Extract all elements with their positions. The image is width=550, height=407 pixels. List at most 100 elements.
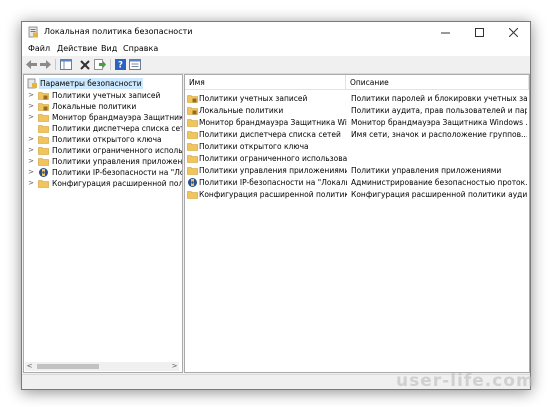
list-row[interactable]: Политики открытого ключа [185, 141, 529, 152]
tree-root-label: Параметры безопасности [39, 78, 143, 89]
folder-icon [38, 136, 49, 144]
row-description: Политики аудита, прав пользователей и па… [351, 106, 527, 115]
list-row[interactable]: Конфигурация расширенной политик... Конф… [185, 189, 529, 200]
policy-folder-icon [38, 92, 49, 100]
console-tree: Параметры безопасности > Политики учетны… [23, 74, 183, 373]
tree-item-app-control[interactable]: > Политики управления приложениями [24, 156, 182, 167]
close-button[interactable] [496, 22, 530, 42]
row-description: Политики управления приложениями [351, 166, 502, 175]
policy-folder-icon [38, 103, 49, 111]
tree-item-label: Политики IP-безопасности на "Локальный к… [52, 168, 182, 177]
minimize-button[interactable] [428, 22, 462, 42]
column-header-description[interactable]: Описание [346, 75, 529, 90]
properties-icon [128, 59, 141, 70]
forward-button[interactable] [39, 58, 52, 71]
help-icon: ? [115, 59, 126, 70]
app-window: Локальная политика безопасности Файл Дей… [21, 21, 531, 390]
list-row[interactable]: Локальные политики Политики аудита, прав… [185, 105, 529, 116]
toolbar-separator [55, 59, 56, 70]
folder-icon [187, 191, 198, 199]
row-name: Политики открытого ключа [199, 142, 309, 151]
tree-item-network-list[interactable]: Политики диспетчера списка сетей [24, 123, 182, 134]
column-header-name[interactable]: Имя [185, 75, 346, 90]
properties-button[interactable] [128, 58, 141, 71]
folder-icon [38, 114, 49, 122]
maximize-icon [474, 27, 484, 37]
svg-text:?: ? [118, 61, 123, 70]
list-row[interactable]: Политики IP-безопасности на "Локаль... А… [185, 177, 529, 188]
maximize-button[interactable] [462, 22, 496, 42]
row-description: Имя сети, значок и расположение группов.… [351, 130, 527, 139]
row-name: Политики ограниченного использован... [199, 154, 347, 163]
menu-view[interactable]: Вид [101, 44, 117, 53]
delete-icon [79, 59, 90, 70]
title-bar[interactable]: Локальная политика безопасности [22, 22, 530, 42]
tree-item-account-policies[interactable]: > Политики учетных записей [24, 90, 182, 101]
scroll-right-icon[interactable]: > [170, 362, 179, 371]
chevron-right-icon[interactable]: > [27, 146, 35, 155]
chevron-right-icon[interactable]: > [27, 91, 35, 100]
policy-folder-icon [187, 107, 198, 115]
help-button[interactable]: ? [114, 58, 127, 71]
delete-button[interactable] [78, 58, 91, 71]
horizontal-scrollbar[interactable]: < > [25, 362, 179, 371]
tree-item-public-key[interactable]: > Политики открытого ключа [24, 134, 182, 145]
tree-item-ip-security[interactable]: > Политики IP-безопасности на "Локальный… [24, 167, 182, 178]
chevron-right-icon[interactable]: > [27, 168, 35, 177]
tree-item-local-policies[interactable]: > Локальные политики [24, 101, 182, 112]
show-hide-tree-button[interactable] [59, 58, 72, 71]
menu-file[interactable]: Файл [28, 44, 50, 53]
tree-item-advanced-audit[interactable]: > Конфигурация расширенной политики ауди… [24, 178, 182, 189]
row-name: Монитор брандмауэра Защитника Win... [199, 118, 347, 127]
chevron-right-icon[interactable]: > [27, 102, 35, 111]
tree-item-label: Монитор брандмауэра Защитника Windows [52, 113, 182, 122]
policy-folder-icon [187, 95, 198, 103]
menu-action[interactable]: Действие [57, 44, 97, 53]
row-description: Монитор брандмауэра Защитника Windows ..… [351, 118, 527, 127]
list-row[interactable]: Монитор брандмауэра Защитника Win... Мон… [185, 117, 529, 128]
tree-root-security-settings[interactable]: Параметры безопасности [24, 78, 182, 89]
menu-bar: Файл Действие Вид Справка [22, 42, 530, 56]
tree-item-label: Политики учетных записей [52, 91, 161, 100]
tree-item-label: Политики управления приложениями [52, 157, 183, 166]
watermark: user-life.com [396, 371, 535, 391]
toolbar-separator [110, 59, 111, 70]
folder-icon [38, 158, 49, 166]
list-row[interactable]: Политики ограниченного использован... [185, 153, 529, 164]
folder-icon [187, 119, 198, 127]
back-icon [26, 60, 37, 69]
list-row[interactable]: Политики управления приложениями Политик… [185, 165, 529, 176]
folder-icon [38, 125, 49, 133]
scroll-left-icon[interactable]: < [25, 362, 34, 371]
row-name: Политики IP-безопасности на "Локаль... [199, 178, 347, 187]
row-description: Конфигурация расширенной политики аудита [351, 190, 527, 199]
list-row[interactable]: Политики учетных записей Политики пароле… [185, 93, 529, 104]
tree-item-label: Конфигурация расширенной политики аудита [52, 179, 183, 188]
export-button[interactable] [93, 58, 106, 71]
chevron-right-icon[interactable]: > [27, 135, 35, 144]
chevron-right-icon[interactable]: > [27, 157, 35, 166]
tree-item-label: Политики диспетчера списка сетей [52, 124, 183, 133]
security-settings-icon [27, 78, 37, 89]
ip-security-icon [188, 178, 197, 187]
back-button[interactable] [25, 58, 38, 71]
show-hide-tree-icon [59, 59, 72, 70]
close-icon [508, 27, 518, 37]
list-row[interactable]: Политики диспетчера списка сетей Имя сет… [185, 129, 529, 140]
row-name: Политики учетных записей [199, 94, 308, 103]
scrollbar-thumb[interactable] [37, 364, 99, 369]
row-name: Конфигурация расширенной политик... [199, 190, 347, 199]
tree-item-firewall-monitor[interactable]: > Монитор брандмауэра Защитника Windows [24, 112, 182, 123]
tree-item-software-restriction[interactable]: > Политики ограниченного использования п… [24, 145, 182, 156]
row-name: Политики диспетчера списка сетей [199, 130, 341, 139]
chevron-right-icon[interactable]: > [27, 113, 35, 122]
folder-icon [187, 155, 198, 163]
folder-icon [38, 180, 49, 188]
details-list: Имя Описание Политики учетных записей По… [184, 74, 530, 373]
chevron-right-icon[interactable]: > [27, 179, 35, 188]
forward-icon [40, 60, 51, 69]
menu-help[interactable]: Справка [123, 44, 158, 53]
security-policy-app-icon [28, 26, 38, 38]
row-description: Администрирование безопасностью проток..… [351, 178, 527, 187]
minimize-icon [440, 32, 450, 33]
